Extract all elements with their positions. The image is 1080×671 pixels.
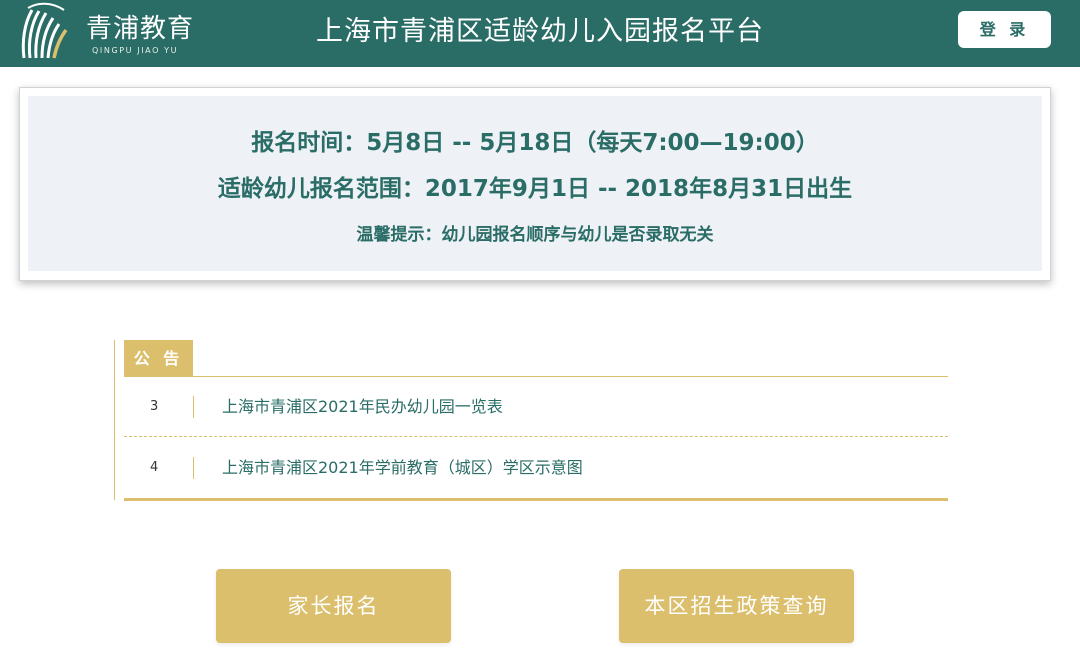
- announcement-item-separator: [193, 457, 194, 479]
- announcement-tab: 公 告: [124, 340, 193, 376]
- announcement-bottom-border: [124, 498, 948, 501]
- announcement-section: 公 告 3 上海市青浦区2021年民办幼儿园一览表 4 上海市青浦区2021年学…: [114, 340, 948, 503]
- registration-info-body: 报名时间：5月8日 -- 5月18日（每天7:00—19:00） 适龄幼儿报名范…: [28, 96, 1042, 271]
- announcement-left-border: [114, 340, 115, 500]
- eligible-birth-range-text: 适龄幼儿报名范围：2017年9月1日 -- 2018年8月31日出生: [217, 176, 853, 202]
- announcement-item-number: 3: [150, 399, 159, 414]
- parent-register-button[interactable]: 家长报名: [216, 569, 451, 643]
- announcement-item[interactable]: 3 上海市青浦区2021年民办幼儿园一览表: [124, 377, 948, 437]
- announcement-item-link[interactable]: 上海市青浦区2021年民办幼儿园一览表: [222, 377, 503, 437]
- announcement-item-separator: [193, 396, 194, 418]
- tip-text: 温馨提示：幼儿园报名顺序与幼儿是否录取无关: [356, 225, 714, 245]
- top-header: 青浦教育 QINGPU JIAO YU 上海市青浦区适龄幼儿入园报名平台 登 录: [0, 0, 1080, 67]
- registration-info-panel: 报名时间：5月8日 -- 5月18日（每天7:00—19:00） 适龄幼儿报名范…: [19, 87, 1051, 281]
- login-button[interactable]: 登 录: [958, 11, 1051, 48]
- announcement-item[interactable]: 4 上海市青浦区2021年学前教育（城区）学区示意图: [124, 438, 948, 498]
- policy-query-button[interactable]: 本区招生政策查询: [619, 569, 854, 643]
- announcement-item-number: 4: [150, 460, 159, 475]
- registration-period-text: 报名时间：5月8日 -- 5月18日（每天7:00—19:00）: [251, 130, 819, 156]
- announcement-item-link[interactable]: 上海市青浦区2021年学前教育（城区）学区示意图: [222, 438, 583, 498]
- page-title: 上海市青浦区适龄幼儿入园报名平台: [316, 16, 764, 47]
